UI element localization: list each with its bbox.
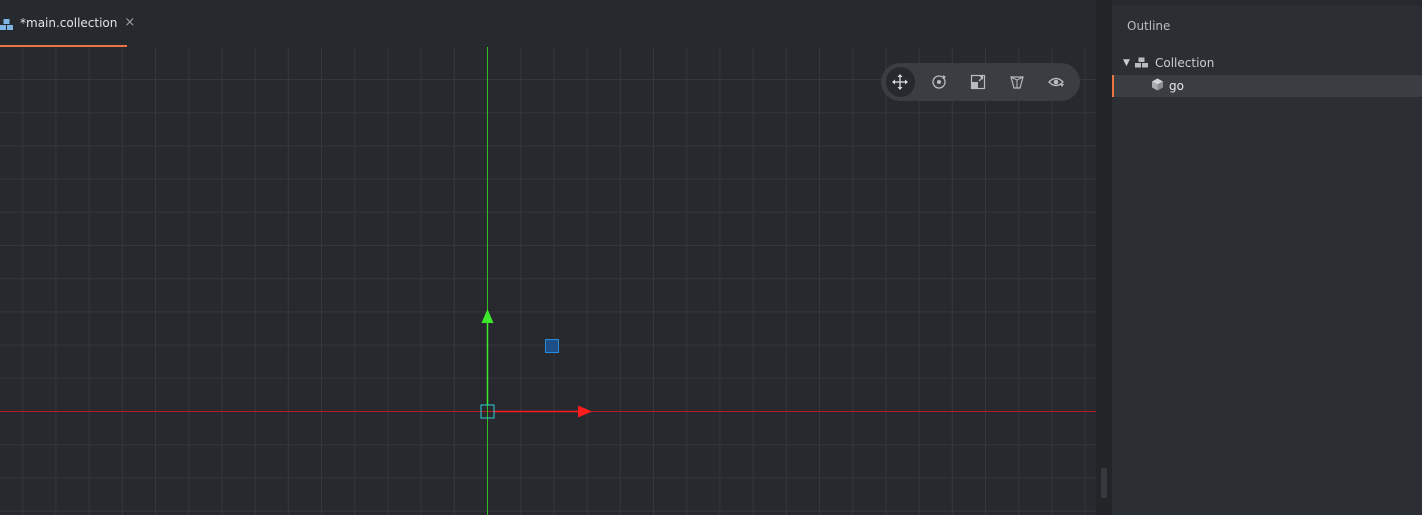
perspective-icon <box>1009 76 1024 89</box>
tab-label: *main.collection <box>20 15 118 30</box>
visibility-tool-button[interactable] <box>1041 67 1070 97</box>
outline-item-label: go <box>1169 79 1184 93</box>
rotate-tool-button[interactable] <box>925 67 954 97</box>
tab-main-collection[interactable]: *main.collection × <box>0 0 135 47</box>
collection-icon <box>0 16 16 30</box>
rotate-icon <box>932 75 947 89</box>
manipulator-toolbar <box>881 63 1080 101</box>
gizmo-y-arrow <box>481 309 494 323</box>
outline-item-label: Collection <box>1155 56 1215 70</box>
eye-icon <box>1047 77 1064 87</box>
gizmo-x-arrow <box>578 405 592 418</box>
grid <box>0 47 1096 515</box>
outline-panel: Outline ▼ Collection go <box>1112 6 1422 515</box>
outline-title: Outline <box>1127 19 1171 33</box>
move-tool-button[interactable] <box>886 67 915 97</box>
perspective-tool-button[interactable] <box>1002 67 1031 97</box>
outline-item-go[interactable]: go <box>1112 75 1422 97</box>
close-icon[interactable]: × <box>124 15 135 30</box>
gizmo-xy-plane-handle <box>545 339 559 353</box>
scene-canvas[interactable] <box>0 47 1096 515</box>
splitter-grip-icon[interactable] <box>1101 468 1107 498</box>
tab-bar: *main.collection × <box>0 0 1096 47</box>
scene-viewport[interactable] <box>0 47 1096 515</box>
outline-item-collection[interactable]: ▼ Collection <box>1112 52 1422 74</box>
scale-tool-button[interactable] <box>964 67 993 97</box>
scale-icon <box>970 74 986 90</box>
move-icon <box>892 74 909 90</box>
collection-icon <box>1135 56 1150 71</box>
panel-splitter[interactable] <box>1096 0 1112 515</box>
game-object-icon <box>1151 78 1164 94</box>
expand-caret-icon[interactable]: ▼ <box>1123 58 1135 68</box>
